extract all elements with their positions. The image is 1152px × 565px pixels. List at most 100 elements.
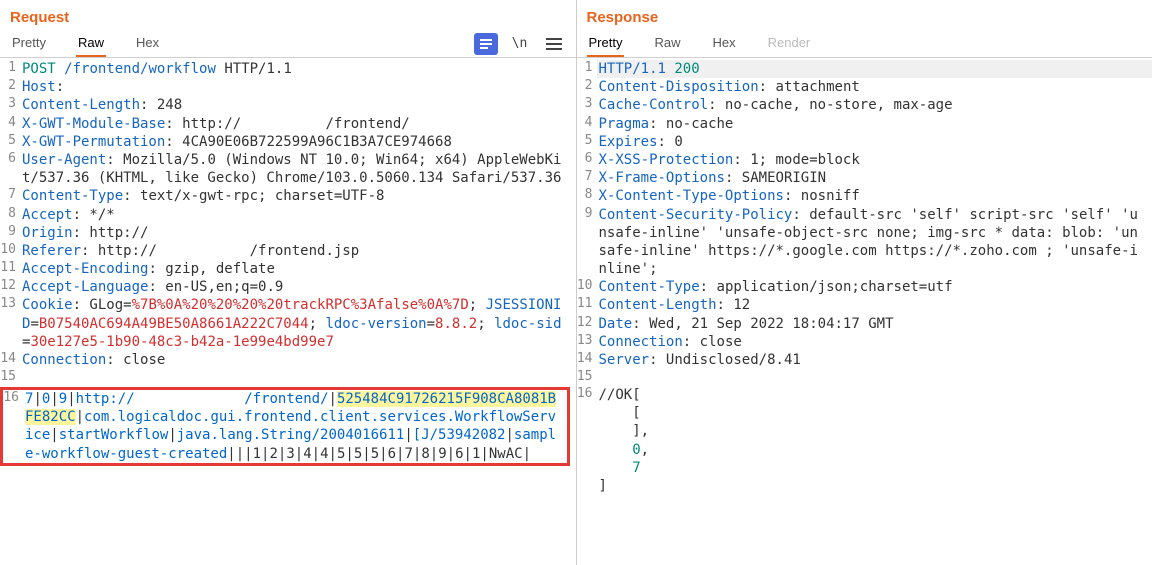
token: : http:// — [165, 116, 241, 132]
line-number: 7 — [577, 169, 597, 186]
token: : application/json;charset=utf — [700, 279, 953, 295]
token: 5 — [371, 446, 379, 462]
code-line: 8Accept: */* — [0, 206, 576, 224]
code-line: 1HTTP/1.1 200 — [577, 60, 1152, 78]
token: | — [236, 446, 244, 462]
line-number: 9 — [577, 206, 597, 223]
token: : Undisclosed/8.41 — [649, 352, 801, 368]
token: 30e127e5-1b90-48c3-b42a-1e99e4bd99e7 — [30, 334, 333, 350]
line-number: 9 — [0, 224, 20, 241]
token: HTTP/1.1 — [224, 61, 291, 77]
token: Content-Security-Policy — [599, 207, 793, 223]
tab-resp-render[interactable]: Render — [766, 31, 813, 56]
token: X-XSS-Protection — [599, 152, 734, 168]
code-line: ], — [577, 422, 1152, 440]
token: Content-Length — [599, 297, 717, 313]
token: User-Agent — [22, 152, 106, 168]
token: : 4CA90E06B722599A96C1B3A7CE974668 — [165, 134, 452, 150]
code-line: 5X-GWT-Permutation: 4CA90E06B722599A96C1… — [0, 133, 576, 151]
code-line: 16//OK[ — [577, 386, 1152, 404]
newline-toggle-icon[interactable]: \n — [508, 33, 532, 55]
token: : close — [683, 334, 742, 350]
token: %7B%0A%20%20%20%20trackRPC%3Afalse%0A%7D — [132, 297, 469, 313]
tab-raw[interactable]: Raw — [76, 31, 106, 56]
token: Connection — [22, 352, 106, 368]
token: 4 — [303, 446, 311, 462]
token: startWorkflow — [59, 427, 169, 443]
token: HTTP/1.1 — [599, 61, 666, 77]
request-title: Request — [10, 9, 69, 26]
token: : nosniff — [784, 188, 860, 204]
token: Content-Disposition — [599, 79, 759, 95]
token: /frontend/workflow — [64, 61, 216, 77]
code-line: 2Content-Disposition: attachment — [577, 78, 1152, 96]
token: | — [404, 427, 412, 443]
token — [157, 243, 250, 259]
request-code[interactable]: 1POST /frontend/workflow HTTP/1.12Host: … — [0, 58, 576, 565]
code-line: 13Connection: close — [577, 333, 1152, 351]
code-line: 9Content-Security-Policy: default-src 's… — [577, 206, 1152, 279]
token: | — [50, 427, 58, 443]
token: : SAMEORIGIN — [725, 170, 826, 186]
token: POST — [22, 61, 56, 77]
code-line: 9Origin: http:// — [0, 224, 576, 242]
token: //OK[ — [599, 387, 641, 403]
line-number: 11 — [577, 296, 597, 313]
code-line: 13Cookie: GLog=%7B%0A%20%20%20%20trackRP… — [0, 296, 576, 351]
token: : attachment — [759, 79, 860, 95]
token: Accept-Encoding — [22, 261, 148, 277]
line-number: 4 — [577, 115, 597, 132]
tab-resp-pretty[interactable]: Pretty — [587, 31, 625, 56]
line-number: 2 — [0, 78, 20, 95]
token: | — [50, 391, 58, 407]
token: : text/x-gwt-rpc; charset=UTF-8 — [123, 188, 384, 204]
line-number: 16 — [3, 390, 23, 407]
token: | — [76, 409, 84, 425]
line-number: 3 — [0, 96, 20, 113]
token: Origin — [22, 225, 73, 241]
token — [241, 116, 325, 132]
token: [J/53942082 — [413, 427, 506, 443]
token: | — [33, 391, 41, 407]
tab-hex[interactable]: Hex — [134, 31, 161, 56]
token — [599, 442, 633, 458]
tab-resp-raw[interactable]: Raw — [652, 31, 682, 56]
token: http:// — [76, 391, 135, 407]
token: | — [329, 446, 337, 462]
hamburger-icon[interactable] — [542, 33, 566, 55]
line-number: 12 — [0, 278, 20, 295]
line-number: 13 — [577, 333, 597, 350]
token: Accept-Language — [22, 279, 148, 295]
token: Date — [599, 316, 633, 332]
line-number: 6 — [0, 151, 20, 168]
token: /frontend.jsp — [250, 243, 360, 259]
code-line: 10Content-Type: application/json;charset… — [577, 278, 1152, 296]
token: : 12 — [717, 297, 751, 313]
line-number: 6 — [577, 151, 597, 168]
code-line: 12Accept-Language: en-US,en;q=0.9 — [0, 278, 576, 296]
line-number: 14 — [0, 351, 20, 368]
token: 6 — [455, 446, 463, 462]
token: = — [30, 316, 38, 332]
code-line: ] — [577, 477, 1152, 495]
tab-pretty[interactable]: Pretty — [10, 31, 48, 56]
token: X-GWT-Permutation — [22, 134, 165, 150]
actions-icon[interactable] — [474, 33, 498, 55]
token: : 0 — [658, 134, 683, 150]
tab-resp-hex[interactable]: Hex — [710, 31, 737, 56]
token: | — [523, 446, 531, 462]
code-line: 11Content-Length: 12 — [577, 296, 1152, 314]
code-line: 6X-XSS-Protection: 1; mode=block — [577, 151, 1152, 169]
code-line: 7X-Frame-Options: SAMEORIGIN — [577, 169, 1152, 187]
token: 8.8.2 — [435, 316, 477, 332]
token: 9 — [59, 391, 67, 407]
request-tabs: Pretty Raw Hex \n — [0, 30, 576, 58]
response-code[interactable]: 1HTTP/1.1 2002Content-Disposition: attac… — [577, 58, 1152, 565]
token: [ — [599, 405, 641, 421]
token: : — [56, 79, 73, 95]
token: | — [244, 446, 252, 462]
code-line: 8X-Content-Type-Options: nosniff — [577, 187, 1152, 205]
line-number: 5 — [0, 133, 20, 150]
token: Accept — [22, 207, 73, 223]
token: : close — [106, 352, 165, 368]
